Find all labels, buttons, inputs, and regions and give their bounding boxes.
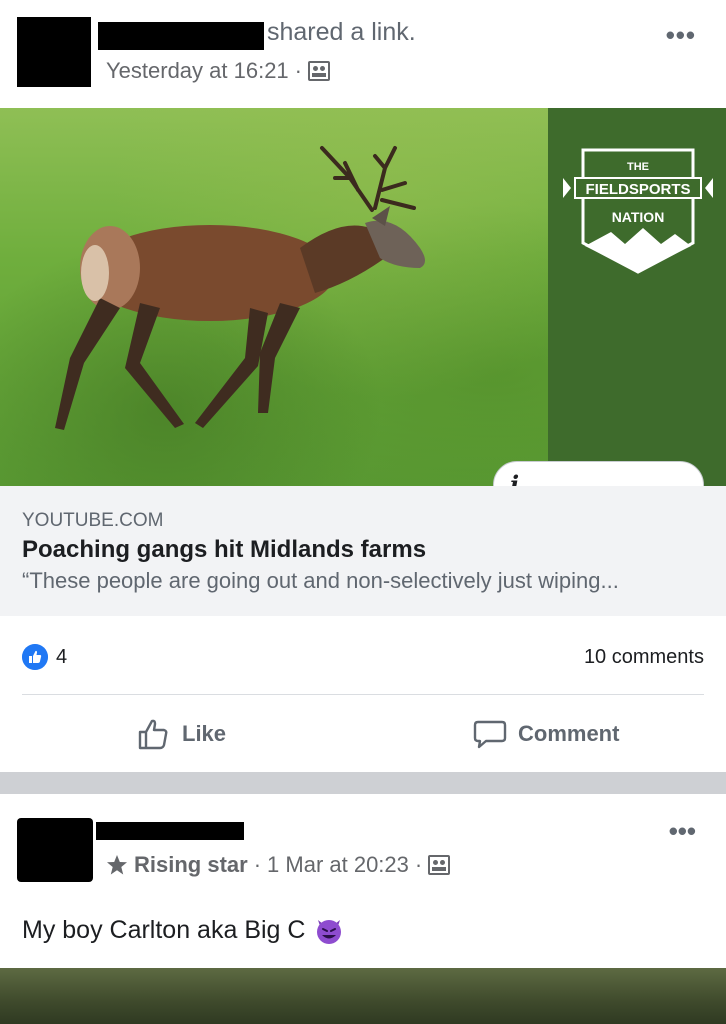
friends-icon[interactable] bbox=[308, 61, 330, 81]
svg-text:NATION: NATION bbox=[612, 209, 665, 225]
stag-illustration bbox=[55, 146, 425, 430]
like-button[interactable]: Like bbox=[136, 716, 226, 752]
avatar[interactable] bbox=[17, 818, 93, 882]
post-header: shared a link. Yesterday at 16:21 · ••• bbox=[0, 0, 726, 108]
smiling-devil-emoji-icon bbox=[317, 920, 342, 944]
author-name-redacted[interactable] bbox=[96, 822, 244, 840]
post-actions: Like Comment bbox=[0, 696, 726, 772]
post-text-row: My boy Carlton aka Big C bbox=[22, 914, 345, 946]
friends-icon[interactable] bbox=[428, 855, 451, 875]
link-title[interactable]: Poaching gangs hit Midlands farms bbox=[22, 536, 426, 564]
status-post: ••• Rising star · 1 Mar at 20:23 · My bo… bbox=[0, 794, 726, 1024]
svg-text:FIELDSPORTS: FIELDSPORTS bbox=[585, 181, 690, 198]
comment-button[interactable]: Comment bbox=[472, 716, 619, 752]
separator-dot: · bbox=[294, 58, 302, 83]
like-button-label: Like bbox=[182, 721, 227, 746]
link-domain: YOUTUBE.COM bbox=[22, 510, 164, 531]
post-timestamp[interactable]: Yesterday at 16:21 bbox=[106, 58, 289, 84]
svg-text:THE: THE bbox=[627, 161, 649, 173]
post-meta-row: Rising star · 1 Mar at 20:23 · bbox=[106, 852, 451, 878]
post-photo[interactable] bbox=[0, 968, 726, 1024]
thumbs-up-icon bbox=[138, 719, 168, 750]
divider bbox=[22, 694, 704, 695]
post-timestamp-row: Yesterday at 16:21 · bbox=[106, 58, 330, 84]
comment-bubble-icon bbox=[473, 720, 507, 749]
shared-link-text: shared a link. bbox=[267, 18, 416, 46]
author-name-redacted[interactable] bbox=[98, 22, 264, 50]
link-preview-meta[interactable]: YOUTUBE.COM Poaching gangs hit Midlands … bbox=[0, 486, 726, 616]
rising-star-badge[interactable]: Rising star bbox=[134, 852, 248, 878]
shared-link-post: shared a link. Yesterday at 16:21 · ••• bbox=[0, 0, 726, 772]
feed-separator bbox=[0, 772, 726, 794]
star-badge-icon bbox=[107, 855, 127, 875]
more-options-icon[interactable]: ••• bbox=[666, 22, 696, 48]
like-reaction-icon[interactable] bbox=[22, 644, 48, 670]
reactions-bar: 4 10 comments bbox=[0, 616, 726, 696]
comment-button-label: Comment bbox=[518, 721, 620, 746]
post-text: My boy Carlton aka Big C bbox=[22, 915, 306, 944]
separator-dot: · bbox=[414, 852, 423, 877]
comment-count[interactable]: 10 comments bbox=[584, 646, 704, 669]
fieldsports-nation-logo: THE FIELDSPORTS NATION bbox=[563, 148, 713, 274]
separator-dot: · bbox=[253, 852, 262, 877]
link-description: “These people are going out and non-sele… bbox=[22, 568, 619, 593]
post-timestamp[interactable]: 1 Mar at 20:23 bbox=[267, 852, 409, 878]
like-count[interactable]: 4 bbox=[56, 646, 67, 669]
more-options-icon[interactable]: ••• bbox=[669, 818, 696, 844]
avatar[interactable] bbox=[17, 17, 91, 87]
